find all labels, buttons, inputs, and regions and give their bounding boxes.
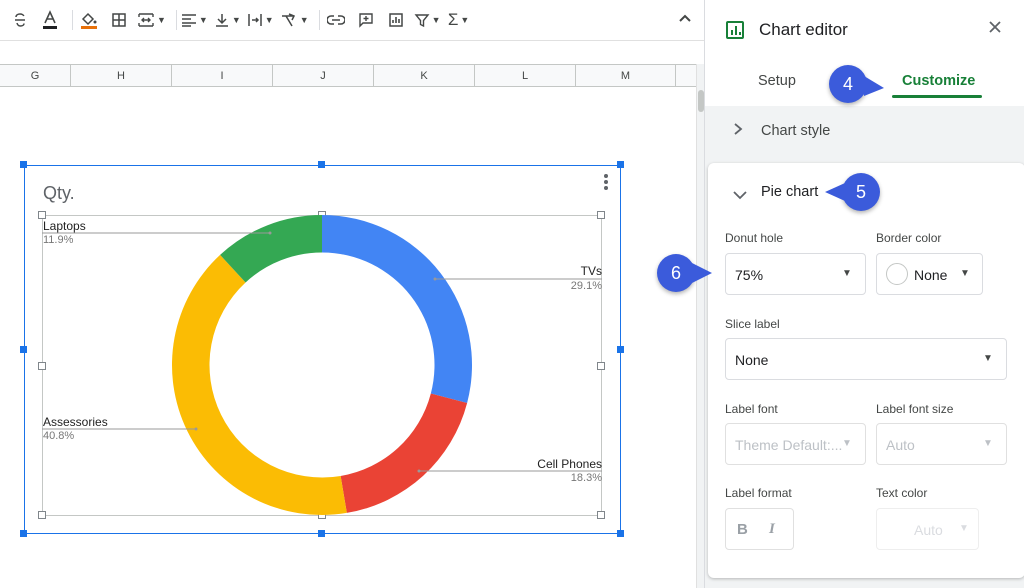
callout-tail [692, 263, 712, 283]
slice-label-label: Slice label [725, 317, 780, 331]
label-font-size-select[interactable]: Auto ▼ [876, 423, 1007, 465]
chevron-down-icon: ▼ [842, 268, 852, 279]
color-swatch [886, 263, 908, 285]
donut-hole-label: Donut hole [725, 231, 784, 245]
label-font-label: Label font [725, 402, 778, 416]
panel-title: Chart editor [759, 20, 848, 39]
slice-pct-accessories: 40.8% [43, 430, 75, 442]
slice-pct-cell-phones: 18.3% [570, 472, 602, 484]
slice-pct-tvs: 29.1% [570, 280, 602, 292]
border-color-label: Border color [876, 231, 942, 245]
label-format-label: Label format [725, 486, 792, 500]
tab-setup[interactable]: Setup [758, 73, 796, 89]
pie-chart-section: Pie chart Donut hole 75% ▼ Border color … [708, 163, 1024, 578]
label-font-select[interactable]: Theme Default:... ▼ [725, 423, 866, 465]
donut-slice-cell-phones[interactable] [340, 393, 468, 513]
callout-tail [825, 183, 845, 201]
chevron-down-icon[interactable] [732, 187, 748, 203]
leader-dot [417, 469, 421, 473]
donut-chart [42, 215, 602, 515]
select-value: None [735, 352, 769, 368]
callout-tail [864, 76, 884, 96]
select-value: Theme Default:... [735, 437, 843, 453]
donut-slice-assessories[interactable] [172, 254, 347, 515]
callout-6: 6 [657, 254, 695, 292]
slice-label-tvs: TVs [580, 264, 602, 278]
sheets-window: ▼ ▼ ▼ ▼ ▼ ▼ Σ ▼ G H I J K L M Qty. Lapto… [0, 0, 1024, 588]
chevron-down-icon: ▼ [983, 438, 993, 449]
text-color-select[interactable]: Auto ▼ [876, 508, 979, 550]
select-value: 75% [735, 267, 764, 283]
slice-label-cell-phones: Cell Phones [537, 457, 602, 471]
callout-4: 4 [829, 65, 867, 103]
section-label: Chart style [761, 123, 831, 139]
select-value: Auto [886, 437, 915, 453]
slice-label-select[interactable]: None ▼ [725, 338, 1007, 380]
chart-editor-icon [726, 21, 744, 39]
section-label[interactable]: Pie chart [761, 184, 818, 200]
chevron-down-icon: ▼ [960, 268, 970, 279]
label-font-size-label: Label font size [876, 402, 954, 416]
chevron-right-icon [733, 122, 743, 139]
slice-pct-laptops: 11.9% [43, 234, 74, 246]
border-color-select[interactable]: None ▼ [876, 253, 983, 295]
leader-dot [268, 231, 272, 235]
label-format-group: B I [725, 508, 794, 550]
leader-dot [433, 277, 437, 281]
callout-5: 5 [842, 173, 880, 211]
text-color-label: Text color [876, 486, 928, 500]
slice-label-accessories: Assessories [43, 415, 108, 429]
tab-customize[interactable]: Customize [902, 73, 975, 89]
italic-button[interactable]: I [769, 521, 775, 538]
select-value: Auto [914, 522, 943, 538]
active-tab-indicator [892, 95, 982, 98]
slice-label-laptops: Laptops [43, 219, 86, 233]
chevron-down-icon: ▼ [959, 523, 969, 534]
leader-dot [194, 427, 198, 431]
close-icon[interactable] [988, 17, 1002, 40]
chevron-down-icon: ▼ [983, 353, 993, 364]
bold-button[interactable]: B [737, 521, 748, 538]
donut-hole-select[interactable]: 75% ▼ [725, 253, 866, 295]
chevron-down-icon: ▼ [842, 438, 852, 449]
donut-slice-tvs[interactable] [322, 215, 472, 403]
select-value: None [914, 267, 948, 283]
section-chart-style[interactable]: Chart style [705, 107, 1024, 155]
